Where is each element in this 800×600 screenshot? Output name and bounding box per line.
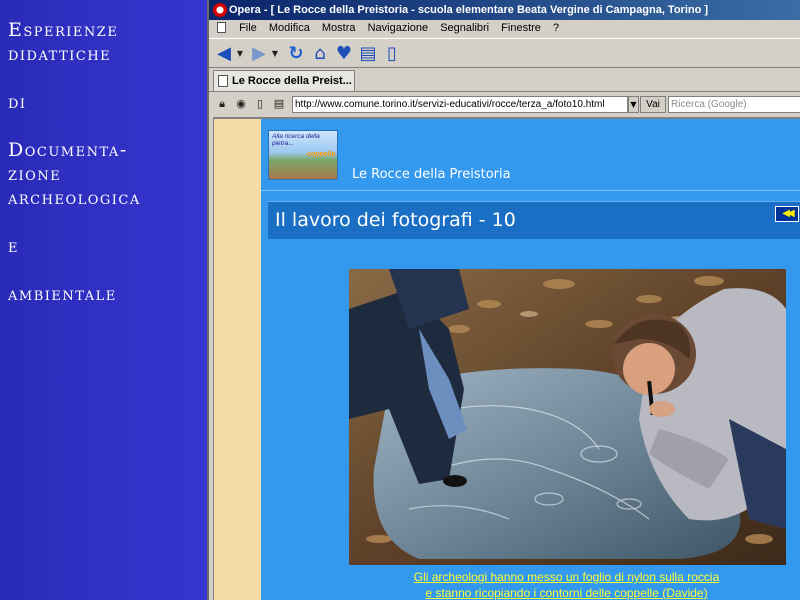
rewind-icon[interactable]: ◀◀	[775, 206, 799, 222]
panel-line: Esperienze	[8, 19, 119, 41]
panel-line: Documenta-	[8, 139, 128, 161]
lock-icon[interactable]: 🔒︎	[215, 97, 229, 111]
panel-line: di	[8, 91, 27, 113]
caption-line: e stanno ricopiando i contorni delle cop…	[425, 586, 708, 600]
divider	[261, 190, 800, 191]
banner-text: Alla ricerca della pietra...	[272, 133, 320, 147]
dropdown-icon[interactable]: ▼	[236, 43, 244, 65]
forward-icon[interactable]: ▶	[248, 43, 270, 65]
navigation-toolbar: ◀ ▼ ▶ ▼ ↻ ⌂ ♥ ▤ ▯	[209, 38, 800, 68]
hotlist-icon[interactable]: ♥	[333, 43, 355, 65]
heading-bar: Il lavoro dei fotografi - 10	[268, 201, 800, 239]
tab-le-rocce[interactable]: Le Rocce della Preist...	[213, 70, 355, 91]
panel-line: zione	[8, 163, 62, 185]
page-info-icon[interactable]: ▯	[253, 97, 267, 111]
search-input[interactable]: Ricerca (Google)	[668, 96, 800, 113]
caption-line: Gli archeologi hanno messo un foglio di …	[413, 570, 720, 584]
opera-logo-icon	[213, 3, 227, 17]
print-icon[interactable]: ▤	[272, 97, 286, 111]
browser-window: Opera - [ Le Rocce della Preistoria - sc…	[207, 0, 800, 600]
archaeology-photo	[349, 269, 786, 565]
page-viewport: Alla ricerca della pietra... coppelle Le…	[213, 117, 800, 600]
panel-line: didattiche	[8, 43, 112, 65]
panel-line: ambientale	[8, 283, 117, 305]
cookie-icon[interactable]: ◉	[234, 97, 248, 111]
banner-text: coppelle	[307, 151, 336, 158]
photo-caption[interactable]: Gli archeologi hanno messo un foglio di …	[261, 569, 800, 600]
window-title: Opera - [ Le Rocce della Preistoria - sc…	[229, 4, 709, 16]
new-page-icon[interactable]: ▯	[381, 43, 403, 65]
menu-mostra[interactable]: Mostra	[322, 22, 356, 34]
menu-help[interactable]: ?	[553, 22, 559, 34]
address-bar: 🔒︎ ◉ ▯ ▤ http://www.comune.torino.it/ser…	[209, 93, 800, 115]
back-icon[interactable]: ◀	[213, 43, 235, 65]
banner-image[interactable]: Alla ricerca della pietra... coppelle	[268, 130, 338, 180]
panel-line: archeologica	[8, 187, 141, 209]
reload-icon[interactable]: ↻	[285, 43, 307, 65]
url-dropdown-icon[interactable]: ▼	[628, 96, 639, 113]
slide-side-panel: Esperienze didattiche di Documenta- zion…	[0, 0, 207, 600]
home-icon[interactable]: ⌂	[309, 43, 331, 65]
go-button[interactable]: Vai	[640, 96, 666, 113]
window-titlebar: Opera - [ Le Rocce della Preistoria - sc…	[209, 0, 800, 20]
menu-navigazione[interactable]: Navigazione	[368, 22, 429, 34]
page-heading: Il lavoro dei fotografi - 10	[275, 209, 516, 231]
menu-finestre[interactable]: Finestre	[501, 22, 541, 34]
url-input[interactable]: http://www.comune.torino.it/servizi-educ…	[292, 96, 628, 113]
page-content: Alla ricerca della pietra... coppelle Le…	[261, 119, 800, 600]
menu-modifica[interactable]: Modifica	[269, 22, 310, 34]
menu-segnalibri[interactable]: Segnalibri	[440, 22, 489, 34]
site-title: Le Rocce della Preistoria	[352, 167, 511, 182]
page-icon	[218, 75, 228, 87]
menu-file[interactable]: File	[239, 22, 257, 34]
tab-label: Le Rocce della Preist...	[232, 75, 352, 87]
document-menu-icon[interactable]	[217, 22, 226, 33]
panel-line: e	[8, 235, 19, 257]
dropdown-icon[interactable]: ▼	[271, 43, 279, 65]
menu-bar: File Modifica Mostra Navigazione Segnali…	[209, 20, 800, 37]
tab-bar: Le Rocce della Preist...	[209, 68, 800, 92]
print-icon[interactable]: ▤	[357, 43, 379, 65]
